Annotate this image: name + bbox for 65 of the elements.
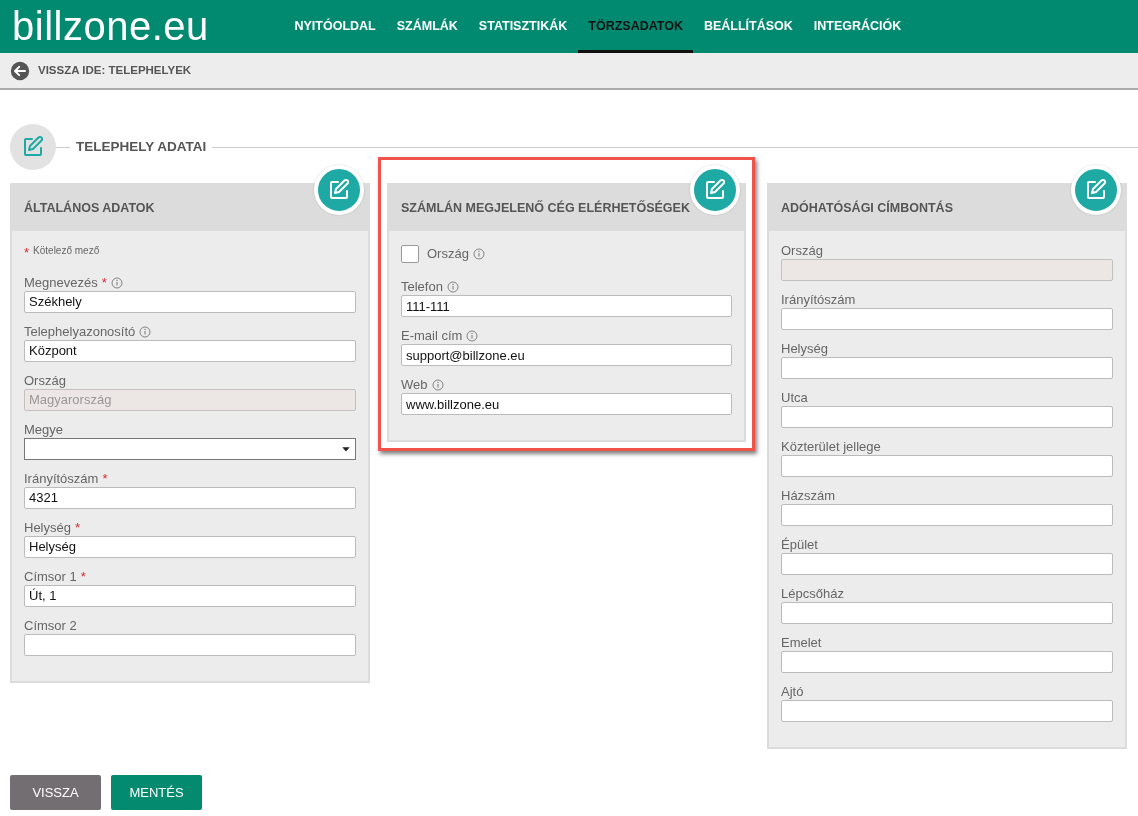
field-label: Ország [781, 243, 823, 259]
field-label: Megnevezés [24, 274, 98, 291]
checkbox[interactable] [401, 245, 419, 263]
field-label: Telephelyazonosító [24, 323, 136, 340]
field-label: Lépcsőház [781, 586, 844, 602]
input-field[interactable]: 4321 [24, 486, 356, 509]
back-link[interactable]: VISSZA IDE: TELEPHELYEK [38, 61, 192, 80]
panel-header: ÁLTALÁNOS ADATOK [12, 185, 368, 231]
input-field[interactable]: Helység [24, 535, 356, 558]
panel-header: SZÁMLÁN MEGJELENŐ CÉG ELÉRHETŐSÉGEK [389, 185, 744, 231]
panel-header: ADÓHATÓSÁGI CÍMBONTÁS [769, 185, 1125, 231]
field-label: Irányítószám [781, 292, 856, 308]
field-label: Web [401, 377, 428, 393]
field-label: Megye [24, 421, 64, 438]
input-field[interactable]: 111-111 [401, 295, 732, 317]
input-field[interactable] [781, 651, 1113, 673]
required-mark: * [102, 470, 108, 487]
required-mark: * [24, 244, 30, 262]
input-field[interactable]: Székhely [24, 290, 356, 313]
input-field[interactable] [781, 504, 1113, 526]
input-field[interactable] [24, 633, 356, 656]
section-title: TELEPHELY ADATAI [75, 137, 208, 156]
field-label: Címsor 1 [24, 568, 77, 585]
required-mark: * [74, 519, 81, 536]
required-mark: * [80, 568, 86, 585]
back-button[interactable]: VISSZA [10, 775, 101, 810]
field-label: Irányítószám [24, 470, 99, 487]
nav-tab[interactable]: BEÁLLÍTÁSOK [693, 0, 804, 53]
save-button[interactable]: MENTÉS [111, 775, 202, 810]
nav-tab[interactable]: NYITÓOLDAL [284, 0, 387, 53]
edit-icon [703, 178, 727, 202]
edit-icon [21, 135, 45, 159]
input-field[interactable] [781, 700, 1113, 722]
field-label: Épület [781, 537, 818, 553]
input-field[interactable] [781, 553, 1113, 575]
field-label: Házszám [781, 488, 836, 504]
field-label: Ország [24, 372, 66, 389]
edit-icon [1084, 178, 1108, 202]
field-label: Helység [781, 341, 828, 357]
field-label: Közterület jellege [781, 439, 881, 455]
input-field[interactable]: Út, 1 [24, 584, 356, 607]
input-field[interactable]: www.billzone.eu [401, 393, 732, 415]
required-mark: * [101, 274, 107, 291]
field-label: Címsor 2 [24, 617, 77, 634]
field-label: Emelet [781, 635, 822, 651]
input-field[interactable] [781, 602, 1113, 624]
field-label: Utca [781, 390, 808, 406]
field-label: Telefon [401, 279, 443, 295]
input-field[interactable] [781, 308, 1113, 330]
required-note: Kötelező mező [33, 244, 100, 258]
input-field[interactable]: Központ [24, 339, 356, 362]
nav-tab[interactable]: INTEGRÁCIÓK [803, 0, 912, 53]
input-field[interactable] [781, 406, 1113, 428]
nav-tab[interactable]: SZÁMLÁK [386, 0, 469, 53]
input-field[interactable]: support@billzone.eu [401, 344, 732, 366]
input-field[interactable] [781, 455, 1113, 477]
nav-tab[interactable]: STATISZTIKÁK [468, 0, 578, 53]
field-label: Ajtó [781, 684, 804, 700]
edit-icon [327, 178, 351, 202]
dropdown-field[interactable] [24, 437, 356, 460]
field-label: Ország [427, 246, 469, 262]
field-label: Helység [24, 519, 71, 536]
input-field[interactable] [781, 357, 1113, 379]
logo: billzone.eu [11, 3, 210, 50]
field-label: E-mail cím [401, 328, 463, 344]
